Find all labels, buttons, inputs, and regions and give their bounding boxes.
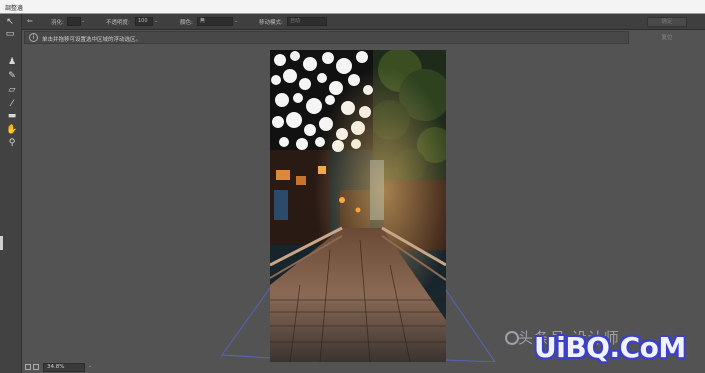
screen-mode-icon[interactable] — [25, 364, 31, 370]
document-canvas[interactable] — [270, 50, 446, 362]
hand-icon[interactable]: ✋ — [6, 124, 18, 136]
tools-panel: ↖ ▭ ♟ ✎ ▱ ⁄ ▬ ✋ ⚲ — [0, 14, 22, 373]
opacity-input[interactable]: 100 — [135, 17, 153, 26]
tool-preset-icon[interactable]: ⇐ — [27, 17, 33, 25]
person-icon[interactable]: ♟ — [6, 56, 18, 68]
watermark-logo-icon — [505, 331, 519, 345]
eraser-icon[interactable]: ▱ — [6, 84, 18, 96]
zoom-icon[interactable]: ⚲ — [6, 137, 18, 149]
canvas-image — [270, 50, 446, 362]
opacity-dropdown-icon[interactable]: ⌄ — [154, 17, 161, 26]
confirm-button[interactable]: 确定 — [647, 17, 687, 27]
watermark: 头条号·设计师 UiBQ.CoM — [500, 325, 705, 373]
options-bar: ⇐ 羽化: ⌄ 不透明度: 100 ⌄ 顏色: 無 ⌄ 移动模式: 自动 确定 — [0, 14, 705, 30]
layout-icon[interactable] — [33, 364, 39, 370]
eyedropper-icon[interactable]: ⁄ — [6, 98, 18, 110]
hint-bar: i 单击并拖移可设置选中区域的浮动选区。 — [24, 31, 629, 44]
feather-input[interactable] — [67, 17, 81, 26]
move-mode-label: 移动模式: — [259, 20, 283, 26]
watermark-en: UiBQ.CoM — [534, 331, 686, 364]
rect-select-icon[interactable]: ▭ — [4, 28, 16, 40]
zoom-field[interactable]: 34.8% — [43, 363, 85, 372]
color-select[interactable]: 無 — [197, 17, 233, 26]
ruler-icon[interactable]: ▬ — [6, 110, 18, 122]
info-icon: i — [29, 33, 38, 42]
reset-button[interactable]: 复位 — [647, 33, 687, 43]
color-dropdown-icon[interactable]: ⌄ — [234, 17, 241, 26]
move-icon[interactable]: ↖ — [4, 16, 16, 28]
feather-label: 羽化: — [51, 20, 64, 26]
feather-dropdown-icon[interactable]: ⌄ — [81, 17, 88, 26]
hint-text: 单击并拖移可设置选中区域的浮动选区。 — [42, 37, 142, 43]
panel-edge-marker[interactable] — [0, 236, 3, 250]
move-mode-select[interactable]: 自动 — [287, 17, 327, 26]
color-label: 顏色: — [180, 20, 193, 26]
opacity-label: 不透明度: — [106, 20, 130, 26]
zoom-dropdown-icon[interactable]: ⌄ — [88, 363, 92, 369]
window-title: 調整邊 — [5, 5, 24, 12]
window-titlebar: 調整邊 — [0, 0, 705, 14]
brush-icon[interactable]: ✎ — [6, 70, 18, 82]
